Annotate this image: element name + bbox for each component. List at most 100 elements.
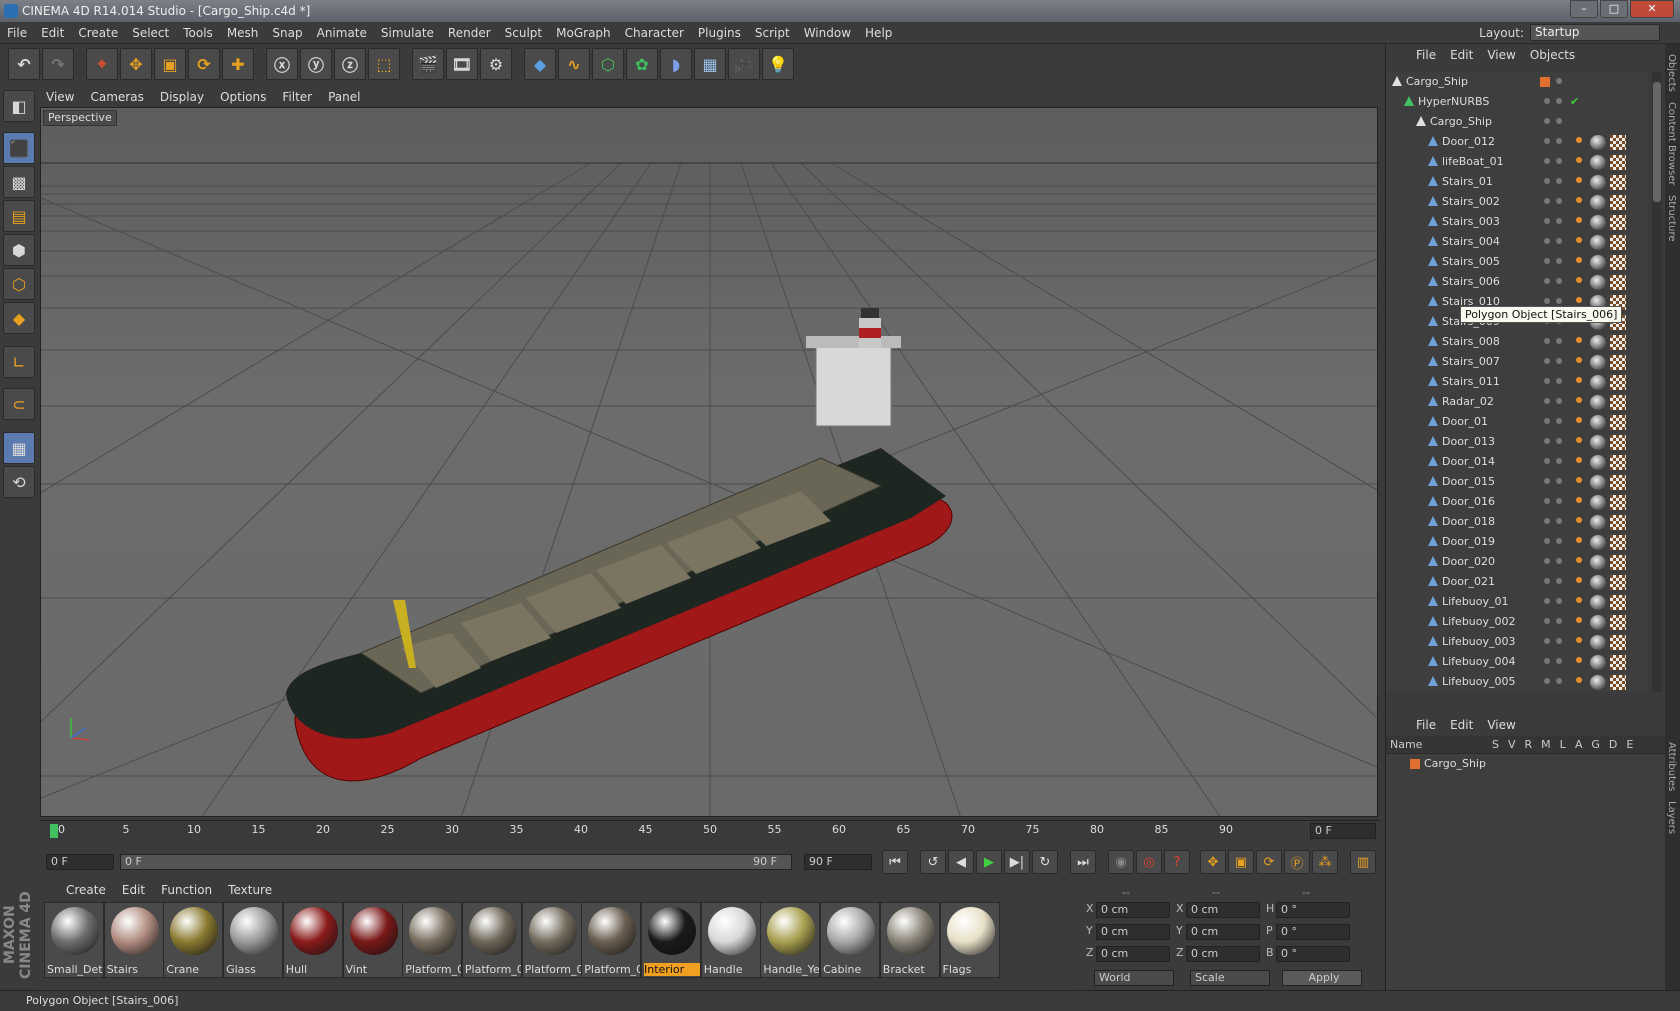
texture-tag-icon[interactable] (1610, 635, 1626, 650)
polygons-mode-icon[interactable]: ◆ (3, 302, 35, 334)
editor-visibility-dot[interactable] (1544, 678, 1550, 684)
object-row[interactable]: Door_014 (1386, 452, 1648, 472)
object-row[interactable]: Door_018 (1386, 512, 1648, 532)
next-frame-icon[interactable]: ▶| (1004, 850, 1030, 874)
object-row[interactable]: HyperNURBS ✔ (1386, 92, 1648, 112)
object-row[interactable]: Stairs_007 (1386, 352, 1648, 372)
phong-tag-icon[interactable] (1576, 617, 1582, 623)
phong-tag-icon[interactable] (1576, 477, 1582, 483)
editor-visibility-dot[interactable] (1544, 658, 1550, 664)
texture-tag-icon[interactable] (1610, 255, 1626, 270)
texture-tag-icon[interactable] (1610, 595, 1626, 610)
menu-item-edit[interactable]: Edit (34, 22, 71, 44)
render-picture-viewer-icon[interactable]: 🎞 (446, 48, 478, 80)
render-visibility-dot[interactable] (1556, 338, 1562, 344)
layers-menu-file[interactable]: File (1416, 718, 1436, 732)
material-swatch[interactable]: Stairs (103, 902, 164, 978)
phong-tag-icon[interactable] (1576, 597, 1582, 603)
editor-visibility-dot[interactable] (1544, 538, 1550, 544)
object-row[interactable]: Lifebuoy_003 (1386, 632, 1648, 652)
coord-value-field[interactable]: 0 cm (1186, 902, 1260, 918)
editor-visibility-dot[interactable] (1544, 278, 1550, 284)
close-button[interactable]: ✕ (1630, 0, 1674, 18)
last-tool-icon[interactable]: ✚ (222, 48, 254, 80)
texture-tag-icon[interactable] (1610, 515, 1626, 530)
objects-menu-view[interactable]: View (1487, 48, 1515, 62)
menu-item-tools[interactable]: Tools (176, 22, 220, 44)
texture-tag-icon[interactable] (1610, 335, 1626, 350)
render-visibility-dot[interactable] (1556, 138, 1562, 144)
locked-workplane-icon[interactable]: ⟲ (3, 466, 35, 498)
editor-visibility-dot[interactable] (1544, 458, 1550, 464)
play-icon[interactable]: ▶ (976, 850, 1002, 874)
record-keys-icon[interactable]: ◉ (1108, 850, 1134, 874)
render-visibility-dot[interactable] (1556, 638, 1562, 644)
autokey-icon[interactable]: ◎ (1136, 850, 1162, 874)
layer-color-icon[interactable] (1540, 77, 1550, 87)
objects-menu-file[interactable]: File (1416, 48, 1436, 62)
texture-tag-icon[interactable] (1610, 615, 1626, 630)
texture-tag-icon[interactable] (1610, 355, 1626, 370)
material-tag-icon[interactable] (1590, 375, 1606, 390)
object-row[interactable]: Lifebuoy_002 (1386, 612, 1648, 632)
points-mode-icon[interactable]: ⬢ (3, 234, 35, 266)
editor-visibility-dot[interactable] (1544, 618, 1550, 624)
render-visibility-dot[interactable] (1556, 498, 1562, 504)
phong-tag-icon[interactable] (1576, 237, 1582, 243)
editor-visibility-dot[interactable] (1544, 398, 1550, 404)
y-axis-lock-icon[interactable]: ⓨ (300, 48, 332, 80)
render-visibility-dot[interactable] (1556, 118, 1562, 124)
render-visibility-dot[interactable] (1556, 178, 1562, 184)
phong-tag-icon[interactable] (1576, 377, 1582, 383)
next-key-icon[interactable]: ↻ (1032, 850, 1058, 874)
point-level-key-icon[interactable]: ⁂ (1312, 850, 1338, 874)
texture-tag-icon[interactable] (1610, 155, 1626, 170)
rotate-tool-icon[interactable]: ⟳ (188, 48, 220, 80)
side-tab-structure[interactable]: Structure (1666, 195, 1677, 242)
phong-tag-icon[interactable] (1576, 677, 1582, 683)
object-row[interactable]: Door_016 (1386, 492, 1648, 512)
texture-tag-icon[interactable] (1610, 135, 1626, 150)
material-menu-function[interactable]: Function (161, 883, 212, 897)
texture-tag-icon[interactable] (1610, 275, 1626, 290)
coord-value-field[interactable]: 0 cm (1096, 946, 1170, 962)
menu-item-mesh[interactable]: Mesh (220, 22, 266, 44)
object-row[interactable]: Stairs_004 (1386, 232, 1648, 252)
material-tag-icon[interactable] (1590, 535, 1606, 550)
coord-value-field[interactable]: 0 ° (1276, 902, 1350, 918)
menu-item-help[interactable]: Help (858, 22, 899, 44)
texture-tag-icon[interactable] (1610, 575, 1626, 590)
z-axis-lock-icon[interactable]: ⓩ (334, 48, 366, 80)
phong-tag-icon[interactable] (1576, 557, 1582, 563)
phong-tag-icon[interactable] (1576, 497, 1582, 503)
texture-tag-icon[interactable] (1610, 655, 1626, 670)
editor-visibility-dot[interactable] (1544, 438, 1550, 444)
material-tag-icon[interactable] (1590, 675, 1606, 690)
menu-item-character[interactable]: Character (618, 22, 691, 44)
material-tag-icon[interactable] (1590, 215, 1606, 230)
material-tag-icon[interactable] (1590, 135, 1606, 150)
menu-item-plugins[interactable]: Plugins (691, 22, 748, 44)
texture-tag-icon[interactable] (1610, 375, 1626, 390)
render-visibility-dot[interactable] (1556, 378, 1562, 384)
object-row[interactable]: Door_019 (1386, 532, 1648, 552)
end-frame-field[interactable]: 90 F (804, 854, 872, 870)
layout-dropdown[interactable]: Startup (1530, 24, 1660, 41)
material-tag-icon[interactable] (1590, 455, 1606, 470)
texture-tag-icon[interactable] (1610, 235, 1626, 250)
phong-tag-icon[interactable] (1576, 457, 1582, 463)
go-to-start-icon[interactable]: ⏮ (882, 850, 908, 874)
menu-item-render[interactable]: Render (441, 22, 498, 44)
object-row[interactable]: Door_01 (1386, 412, 1648, 432)
menu-item-window[interactable]: Window (797, 22, 858, 44)
array-icon[interactable]: ✿ (626, 48, 658, 80)
coord-value-field[interactable]: 0 cm (1096, 902, 1170, 918)
texture-tag-icon[interactable] (1610, 395, 1626, 410)
viewport-menu-view[interactable]: View (38, 88, 82, 106)
menu-item-animate[interactable]: Animate (310, 22, 374, 44)
render-visibility-dot[interactable] (1556, 258, 1562, 264)
floor-icon[interactable]: ▦ (694, 48, 726, 80)
viewport-menu-panel[interactable]: Panel (320, 88, 368, 106)
cube-object-icon[interactable]: ◆ (524, 48, 556, 80)
material-swatch[interactable]: Platform_07 (461, 902, 522, 978)
